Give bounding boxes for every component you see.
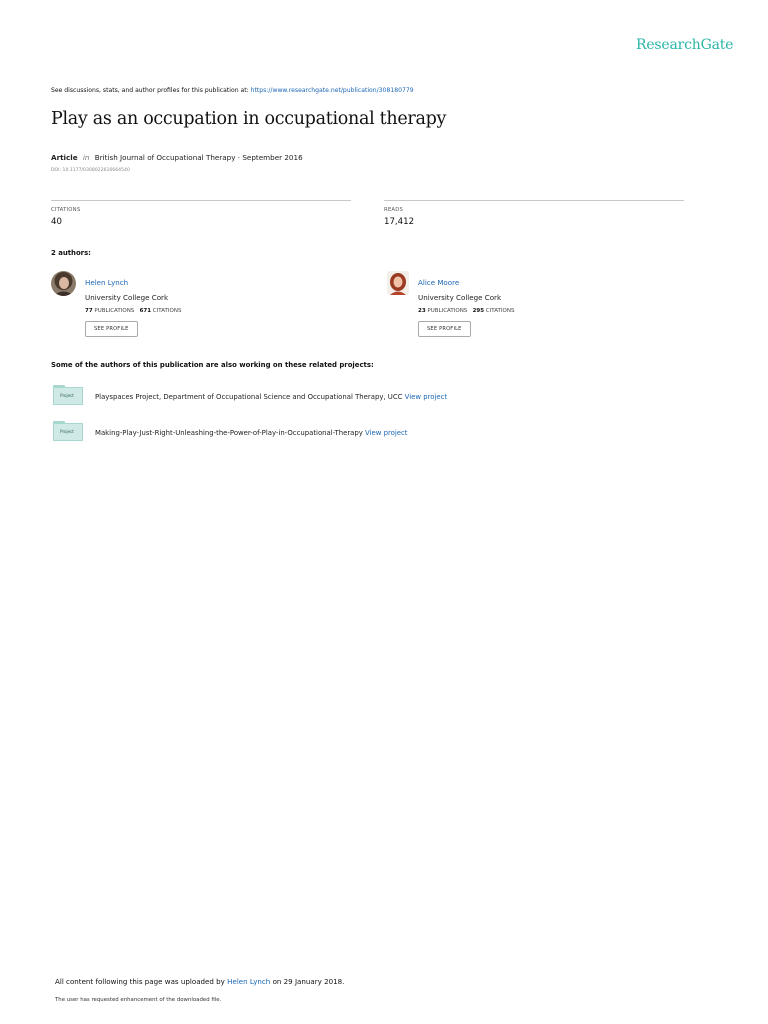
authors-heading: 2 authors: — [51, 249, 91, 257]
researchgate-logo[interactable]: ResearchGate — [636, 37, 733, 53]
see-profile-button[interactable]: SEE PROFILE — [85, 321, 138, 337]
citations-label: CITATIONS — [152, 308, 182, 314]
citations-stat: CITATIONS 40 — [51, 200, 351, 227]
intro-text: See discussions, stats, and author profi… — [51, 87, 251, 94]
doi: DOI: 10.1177/0308022616664540 — [51, 168, 130, 173]
project-folder-icon: Project — [51, 421, 83, 443]
citations-label: CITATIONS — [485, 308, 515, 314]
avatar[interactable] — [387, 271, 409, 295]
profiles-intro-line: See discussions, stats, and author profi… — [51, 87, 414, 94]
author-counts: 77 PUBLICATIONS 671 CITATIONS — [85, 308, 181, 314]
author-name-link[interactable]: Alice Moore — [418, 278, 459, 287]
author-name-link[interactable]: Helen Lynch — [85, 278, 128, 287]
publication-type: Article — [51, 153, 78, 162]
upload-info: All content following this page was uplo… — [55, 977, 344, 986]
in-label: in — [82, 153, 90, 162]
citations-value: 40 — [51, 217, 62, 227]
project-folder-icon: Project — [51, 385, 83, 407]
reads-value: 17,412 — [384, 217, 415, 227]
publications-count: 23 — [418, 308, 426, 314]
reads-label: READS — [384, 207, 404, 213]
publications-count: 77 — [85, 308, 93, 314]
publication-url-link[interactable]: https://www.researchgate.net/publication… — [251, 87, 414, 94]
author-institution: University College Cork — [85, 293, 169, 302]
citations-count: 671 — [139, 308, 152, 314]
uploader-link[interactable]: Helen Lynch — [227, 977, 270, 986]
uploaded-prefix: All content following this page was uplo… — [55, 977, 228, 986]
project-title: Making-Play-Just-Right-Unleashing-the-Po… — [95, 429, 363, 437]
see-profile-button[interactable]: SEE PROFILE — [418, 321, 471, 337]
uploaded-suffix: on 29 January 2018. — [270, 977, 345, 986]
citations-count: 295 — [472, 308, 485, 314]
view-project-link[interactable]: View project — [365, 429, 407, 437]
publications-label: PUBLICATIONS — [94, 308, 135, 314]
reads-stat: READS 17,412 — [384, 200, 684, 227]
citations-label: CITATIONS — [51, 207, 81, 213]
enhancement-note: The user has requested enhancement of th… — [55, 997, 222, 1003]
view-project-link[interactable]: View project — [405, 393, 447, 401]
related-projects-heading: Some of the authors of this publication … — [51, 361, 374, 369]
avatar[interactable] — [51, 271, 76, 296]
publications-label: PUBLICATIONS — [427, 308, 468, 314]
project-icon-label: Project — [60, 429, 74, 434]
project-title: Playspaces Project, Department of Occupa… — [95, 393, 403, 401]
journal-and-date: British Journal of Occupational Therapy … — [94, 153, 303, 162]
project-icon-label: Project — [60, 393, 74, 398]
publication-meta: Article in British Journal of Occupation… — [51, 153, 303, 162]
author-institution: University College Cork — [418, 293, 502, 302]
publication-title: Play as an occupation in occupational th… — [51, 109, 447, 129]
author-counts: 23 PUBLICATIONS 295 CITATIONS — [418, 308, 514, 314]
